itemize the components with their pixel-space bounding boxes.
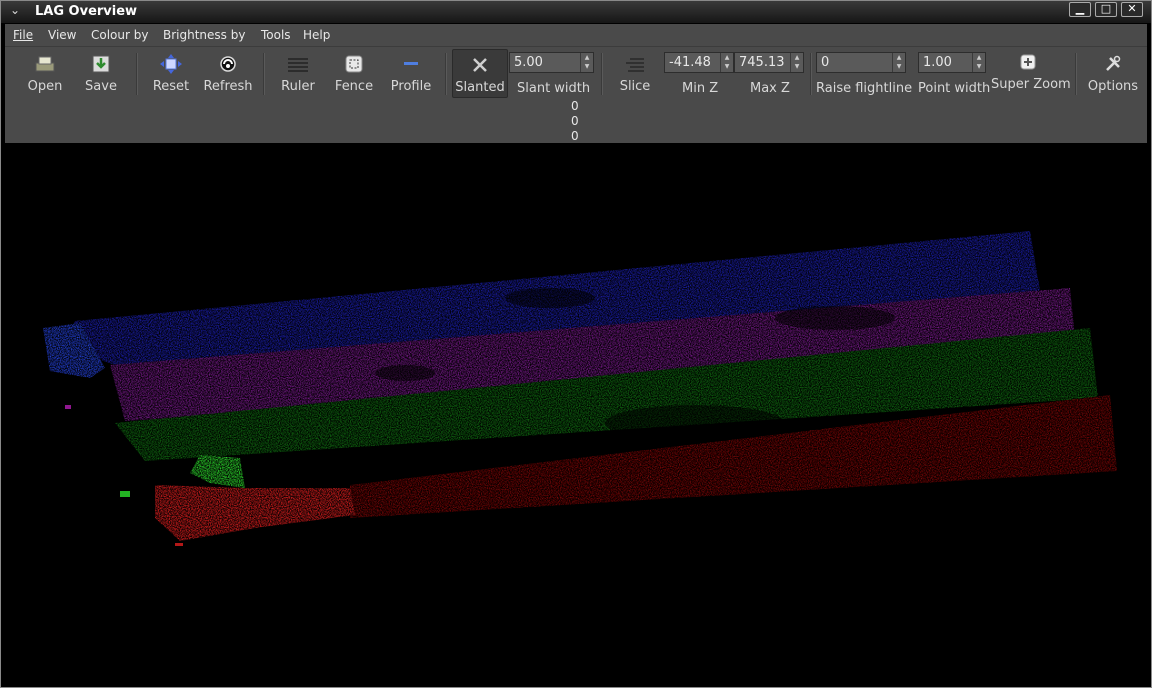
- slant-width-spinbox[interactable]: 5.00 ▲ ▼: [509, 52, 594, 73]
- minimize-button[interactable]: ▁: [1069, 2, 1091, 17]
- close-x-icon: [469, 55, 491, 75]
- refresh-label: Refresh: [203, 79, 253, 94]
- slanted-toggle-button[interactable]: Slanted: [452, 49, 508, 98]
- save-label: Save: [85, 79, 117, 94]
- point-width-value: 1.00: [923, 55, 952, 70]
- point-width-spinbox[interactable]: 1.00 ▲ ▼: [918, 52, 986, 73]
- slice-button[interactable]: Slice: [617, 47, 653, 100]
- raise-flightline-label: Raise flightline: [816, 81, 913, 96]
- slice-label: Slice: [619, 79, 651, 94]
- min-z-spinbox[interactable]: -41.48 ▲ ▼: [664, 52, 734, 73]
- menu-brightness-by[interactable]: Brightness by: [163, 28, 245, 42]
- toolbar-separator: [445, 53, 447, 95]
- menu-help[interactable]: Help: [303, 28, 330, 42]
- options-label: Options: [1087, 79, 1139, 94]
- profile-icon: [400, 54, 422, 74]
- fence-button[interactable]: Fence: [333, 47, 375, 100]
- menu-view[interactable]: View: [48, 28, 76, 42]
- ruler-icon: [287, 54, 309, 74]
- window-title: LAG Overview: [35, 4, 138, 19]
- main-window: ⌄ LAG Overview ▁ □ ✕ File View Colour by…: [0, 0, 1152, 688]
- readout-line: 0: [571, 129, 579, 143]
- toolbar-separator: [1075, 53, 1077, 95]
- close-button[interactable]: ✕: [1121, 2, 1143, 17]
- readout-line: 0: [571, 114, 579, 128]
- ruler-label: Ruler: [281, 79, 315, 94]
- ruler-button[interactable]: Ruler: [277, 47, 319, 100]
- min-z-value: -41.48: [669, 55, 711, 70]
- refresh-button[interactable]: Refresh: [203, 47, 253, 100]
- raise-flightline-spinbox[interactable]: 0 ▲ ▼: [816, 52, 906, 73]
- slanted-label: Slanted: [455, 80, 505, 95]
- max-z-spinbox[interactable]: 745.13 ▲ ▼: [734, 52, 804, 73]
- point-cloud-view[interactable]: [5, 143, 1147, 685]
- slant-width-value: 5.00: [514, 55, 543, 70]
- save-icon: [90, 54, 112, 74]
- fence-icon: [343, 54, 365, 74]
- readout-line: 0: [571, 99, 579, 113]
- open-icon: [34, 54, 56, 74]
- save-button[interactable]: Save: [81, 47, 121, 100]
- toolbar: Open Save Reset Refresh Ruler Fence Prof…: [5, 46, 1147, 100]
- reset-button[interactable]: Reset: [149, 47, 193, 100]
- toolbar-separator: [136, 53, 138, 95]
- options-button[interactable]: Options: [1085, 47, 1141, 100]
- toolbar-separator: [601, 53, 603, 95]
- spin-arrows-icon[interactable]: ▲ ▼: [972, 53, 985, 72]
- super-zoom-icon: [1017, 52, 1039, 72]
- max-z-label: Max Z: [750, 81, 790, 96]
- slant-width-label: Slant width: [517, 81, 591, 96]
- reset-label: Reset: [152, 79, 190, 94]
- spin-arrows-icon[interactable]: ▲ ▼: [892, 53, 905, 72]
- menu-colour-by[interactable]: Colour by: [91, 28, 148, 42]
- super-zoom-button[interactable]: Super Zoom: [991, 47, 1071, 100]
- chevron-down-icon[interactable]: ⌄: [10, 3, 20, 17]
- point-cloud-canvas[interactable]: [5, 143, 1147, 685]
- menu-tools[interactable]: Tools: [261, 28, 291, 42]
- slice-icon: [624, 54, 646, 74]
- menu-file[interactable]: File: [13, 28, 33, 42]
- spin-arrows-icon[interactable]: ▲ ▼: [790, 53, 803, 72]
- spin-arrows-icon[interactable]: ▲ ▼: [580, 53, 593, 72]
- min-z-label: Min Z: [682, 81, 719, 96]
- maximize-button[interactable]: □: [1095, 2, 1117, 17]
- title-bar: ⌄ LAG Overview ▁ □ ✕: [1, 1, 1151, 23]
- menu-bar: File View Colour by Brightness by Tools …: [5, 24, 1147, 46]
- refresh-icon: [217, 54, 239, 74]
- profile-button[interactable]: Profile: [389, 47, 433, 100]
- open-button[interactable]: Open: [23, 47, 67, 100]
- fence-label: Fence: [334, 79, 374, 94]
- max-z-value: 745.13: [739, 55, 785, 70]
- options-icon: [1102, 54, 1124, 74]
- raise-flightline-value: 0: [821, 55, 830, 70]
- green-highlight-region: [190, 455, 245, 488]
- toolbar-separator: [263, 53, 265, 95]
- coordinate-readout: 0 0 0: [5, 99, 1147, 143]
- reset-icon: [160, 54, 182, 74]
- spin-arrows-icon[interactable]: ▲ ▼: [720, 53, 733, 72]
- open-label: Open: [27, 79, 63, 94]
- toolbar-separator: [810, 53, 812, 95]
- point-width-label: Point width: [918, 81, 991, 96]
- profile-label: Profile: [390, 79, 432, 94]
- super-zoom-label: Super Zoom: [991, 77, 1071, 92]
- red-highlight-region: [155, 485, 355, 541]
